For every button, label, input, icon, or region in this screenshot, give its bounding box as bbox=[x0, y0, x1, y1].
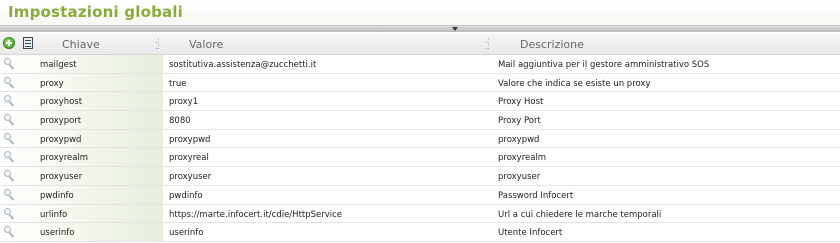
zoom-icon[interactable] bbox=[4, 188, 17, 201]
cell-key: proxyuser bbox=[40, 172, 83, 183]
table-row[interactable]: proxypwd proxypwd proxypwd bbox=[0, 129, 840, 149]
grid-body: mailgest sostitutiva.assistenza@zucchett… bbox=[0, 55, 840, 242]
cell-key: proxypwd bbox=[40, 134, 82, 145]
zoom-icon[interactable] bbox=[4, 151, 17, 164]
key-cell-bg bbox=[0, 73, 163, 92]
zoom-icon[interactable] bbox=[4, 58, 17, 70]
cell-description: Valore che indica se esiste un proxy bbox=[498, 78, 651, 89]
table-row[interactable]: userinfo userinfo Utente Infocert bbox=[0, 223, 840, 242]
cell-value: pwdinfo bbox=[169, 190, 203, 201]
table-row[interactable]: proxyuser proxyuser proxyuser bbox=[0, 167, 840, 186]
cell-description: Mail aggiuntiva per il gestore amministr… bbox=[498, 60, 710, 70]
cell-key: proxyhost bbox=[40, 97, 83, 108]
key-cell-bg bbox=[0, 204, 163, 223]
cell-description: Password Infocert bbox=[498, 190, 574, 201]
table-row[interactable]: proxyrealm proxyreal proxyrealm bbox=[0, 148, 840, 168]
panel-title-bar: Impostazioni globali bbox=[0, 0, 840, 25]
cell-value: 8080 bbox=[169, 116, 191, 127]
collapse-arrow-icon[interactable] bbox=[452, 27, 458, 31]
cell-value: proxy1 bbox=[169, 97, 199, 108]
zoom-icon[interactable] bbox=[4, 226, 17, 238]
cell-description: Proxy Port bbox=[498, 116, 541, 127]
cell-value: proxypwd bbox=[169, 134, 211, 145]
cell-value: https://marte.infocert.it/cdie/HttpServi… bbox=[169, 209, 343, 220]
zoom-icon[interactable] bbox=[4, 76, 17, 89]
zoom-icon[interactable] bbox=[4, 132, 17, 145]
cell-value: true bbox=[169, 78, 187, 89]
zoom-icon[interactable] bbox=[4, 170, 17, 182]
cell-description: Utente Infocert bbox=[498, 228, 563, 239]
cell-key: proxyrealm bbox=[40, 153, 89, 164]
cell-key: pwdinfo bbox=[40, 190, 74, 201]
cell-description: proxypwd bbox=[498, 134, 540, 145]
key-cell-bg bbox=[0, 129, 163, 148]
key-cell-bg bbox=[0, 111, 163, 129]
column-resize-handle[interactable]: .:.: bbox=[155, 37, 163, 52]
table-row[interactable]: proxyhost proxy1 Proxy Host bbox=[0, 92, 840, 112]
cell-key: proxyport bbox=[40, 116, 82, 127]
grid-header: Chiave .:.: Valore .:.: Descrizione bbox=[0, 33, 840, 55]
table-row[interactable]: proxyport 8080 Proxy Port bbox=[0, 111, 840, 130]
column-resize-handle[interactable]: .:.: bbox=[485, 37, 493, 52]
cell-description: proxyrealm bbox=[498, 153, 547, 164]
cell-key: mailgest bbox=[40, 60, 77, 70]
add-icon[interactable] bbox=[3, 37, 16, 50]
table-row[interactable]: proxy true Valore che indica se esiste u… bbox=[0, 73, 840, 93]
cell-value: proxyuser bbox=[169, 172, 212, 183]
cell-value: sostitutiva.assistenza@zucchetti.it bbox=[169, 60, 317, 70]
panel-title: Impostazioni globali bbox=[8, 3, 184, 21]
cell-description: proxyuser bbox=[498, 172, 541, 183]
zoom-icon[interactable] bbox=[4, 114, 17, 126]
zoom-icon[interactable] bbox=[4, 207, 17, 220]
column-header-value[interactable]: Valore bbox=[189, 38, 223, 51]
cell-description: Url a cui chiedere le marche temporali bbox=[498, 209, 662, 220]
cell-value: proxyreal bbox=[169, 153, 209, 164]
key-cell-bg bbox=[0, 55, 163, 73]
collapse-bar[interactable] bbox=[0, 25, 840, 32]
table-row[interactable]: urlinfo https://marte.infocert.it/cdie/H… bbox=[0, 204, 840, 224]
export-icon[interactable] bbox=[22, 37, 35, 50]
column-header-key[interactable]: Chiave bbox=[62, 38, 100, 51]
cell-description: Proxy Host bbox=[498, 97, 544, 108]
zoom-icon[interactable] bbox=[4, 95, 17, 108]
cell-value: userinfo bbox=[169, 228, 204, 239]
cell-key: userinfo bbox=[40, 228, 75, 239]
table-row[interactable]: mailgest sostitutiva.assistenza@zucchett… bbox=[0, 55, 840, 74]
cell-key: proxy bbox=[40, 78, 64, 89]
column-header-description[interactable]: Descrizione bbox=[520, 38, 584, 51]
cell-key: urlinfo bbox=[40, 209, 68, 220]
table-row[interactable]: pwdinfo pwdinfo Password Infocert bbox=[0, 185, 840, 205]
key-cell-bg bbox=[0, 223, 163, 241]
key-cell-bg bbox=[0, 185, 163, 204]
